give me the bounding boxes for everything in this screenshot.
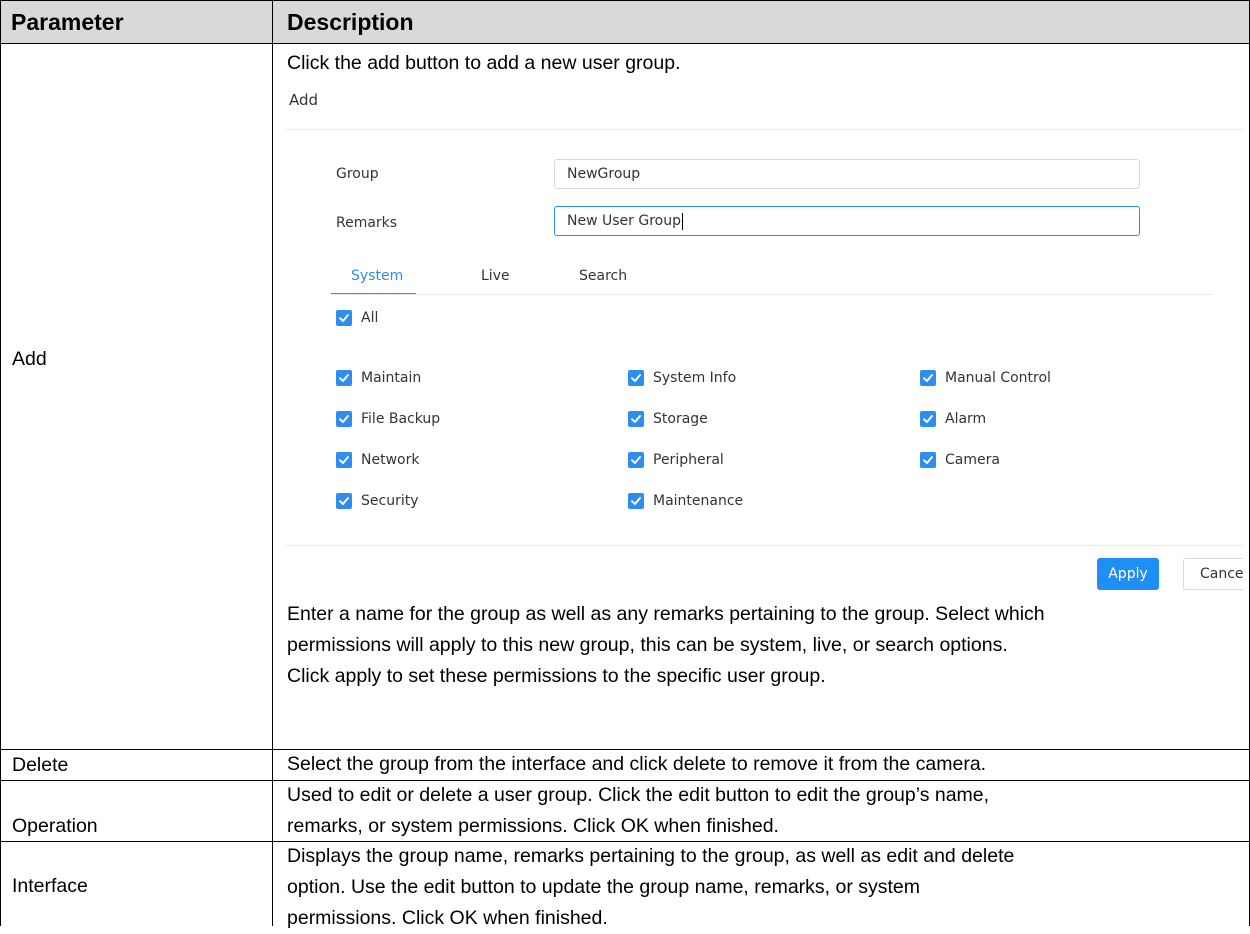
- add-outro-line: Enter a name for the group as well as an…: [287, 603, 1045, 625]
- checkbox-label: Maintain: [361, 370, 422, 386]
- checkbox-file-backup[interactable]: File Backup: [336, 411, 440, 427]
- checkmark-icon: [336, 370, 352, 386]
- add-group-screenshot: Add Group NewGroup Remarks New User Grou…: [283, 86, 1243, 594]
- column-divider: [272, 0, 273, 926]
- operation-description-line: remarks, or system permissions. Click OK…: [287, 815, 779, 837]
- checkbox-label: Storage: [653, 411, 708, 427]
- interface-description-line: option. Use the edit button to update th…: [287, 876, 921, 898]
- interface-description-line: permissions. Click OK when finished.: [287, 907, 608, 929]
- header-description: Description: [273, 1, 1249, 43]
- checkbox-alarm[interactable]: Alarm: [920, 411, 986, 427]
- interface-description: Displays the group name, remarks pertain…: [287, 841, 1014, 934]
- cancel-button[interactable]: Cance: [1183, 558, 1243, 590]
- interface-description-line: Displays the group name, remarks pertain…: [287, 845, 1015, 867]
- remarks-input[interactable]: New User Group: [554, 206, 1140, 236]
- param-interface-label: Interface: [12, 875, 88, 897]
- group-input-value: NewGroup: [567, 166, 641, 182]
- group-input[interactable]: NewGroup: [554, 159, 1140, 189]
- checkbox-label: Peripheral: [653, 452, 724, 468]
- param-add-label: Add: [12, 348, 47, 370]
- checkbox-all-label: All: [361, 310, 379, 326]
- param-operation: Operation: [12, 815, 98, 838]
- header-parameter-label: Parameter: [11, 8, 124, 35]
- header-divider: [0, 43, 1250, 44]
- checkbox-label: Camera: [945, 452, 1000, 468]
- header-description-label: Description: [287, 8, 414, 35]
- checkmark-icon: [628, 493, 644, 509]
- checkbox-label: Maintenance: [653, 493, 744, 509]
- add-outro: Enter a name for the group as well as an…: [287, 599, 1045, 692]
- operation-description: Used to edit or delete a user group. Cli…: [287, 780, 989, 842]
- tab-system[interactable]: System: [351, 268, 403, 284]
- checkbox-label: System Info: [653, 370, 737, 386]
- group-label: Group: [336, 166, 379, 182]
- param-add: Add: [12, 348, 47, 371]
- checkbox-all[interactable]: All: [336, 310, 378, 326]
- checkmark-icon: [628, 411, 644, 427]
- checkmark-icon: [628, 370, 644, 386]
- title-separator: [286, 129, 1243, 130]
- checkmark-icon: [920, 411, 936, 427]
- checkmark-icon: [336, 493, 352, 509]
- header-parameter: Parameter: [1, 1, 272, 43]
- checkmark-icon: [920, 370, 936, 386]
- add-outro-line: Click apply to set these permissions to …: [287, 665, 826, 687]
- checkbox-maintenance[interactable]: Maintenance: [628, 493, 743, 509]
- checkbox-security[interactable]: Security: [336, 493, 419, 509]
- dialog-title: Add: [289, 91, 319, 109]
- add-outro-line: permissions will apply to this new group…: [287, 634, 1008, 656]
- parameter-table: Parameter Description Add Click the add …: [0, 0, 1250, 929]
- checkbox-label: Manual Control: [945, 370, 1051, 386]
- checkbox-system-info[interactable]: System Info: [628, 370, 736, 386]
- param-operation-label: Operation: [12, 815, 98, 837]
- checkmark-icon: [628, 452, 644, 468]
- checkbox-maintain[interactable]: Maintain: [336, 370, 421, 386]
- checkbox-network[interactable]: Network: [336, 452, 419, 468]
- footer-separator: [286, 545, 1243, 546]
- param-delete: Delete: [12, 754, 68, 777]
- delete-description-line: Select the group from the interface and …: [287, 753, 987, 775]
- param-delete-label: Delete: [12, 754, 69, 776]
- checkmark-icon: [336, 411, 352, 427]
- checkbox-manual-control[interactable]: Manual Control: [920, 370, 1051, 386]
- checkmark-icon: [336, 452, 352, 468]
- apply-button[interactable]: Apply: [1097, 558, 1159, 590]
- checkbox-label: Security: [361, 493, 419, 509]
- param-interface: Interface: [12, 875, 88, 898]
- checkbox-label: File Backup: [361, 411, 441, 427]
- remarks-input-value: New User Group: [567, 213, 681, 229]
- text-caret: [681, 212, 683, 230]
- add-intro-text: Click the add button to add a new user g…: [287, 52, 681, 74]
- remarks-label: Remarks: [336, 215, 398, 231]
- table-border-top: [0, 0, 1250, 1]
- checkbox-storage[interactable]: Storage: [628, 411, 708, 427]
- operation-description-line: Used to edit or delete a user group. Cli…: [287, 784, 990, 806]
- table-border-left: [0, 0, 1, 926]
- delete-description: Select the group from the interface and …: [287, 749, 986, 780]
- checkbox-label: Alarm: [945, 411, 987, 427]
- cancel-button-label: Cance: [1200, 566, 1243, 582]
- checkmark-icon: [920, 452, 936, 468]
- add-intro: Click the add button to add a new user g…: [287, 48, 681, 79]
- checkmark-icon: [336, 310, 352, 326]
- tab-live[interactable]: Live: [481, 268, 510, 284]
- checkbox-camera[interactable]: Camera: [920, 452, 1000, 468]
- tab-search[interactable]: Search: [579, 268, 627, 284]
- checkbox-label: Network: [361, 452, 420, 468]
- tabs-separator: [331, 294, 1213, 295]
- checkbox-peripheral[interactable]: Peripheral: [628, 452, 724, 468]
